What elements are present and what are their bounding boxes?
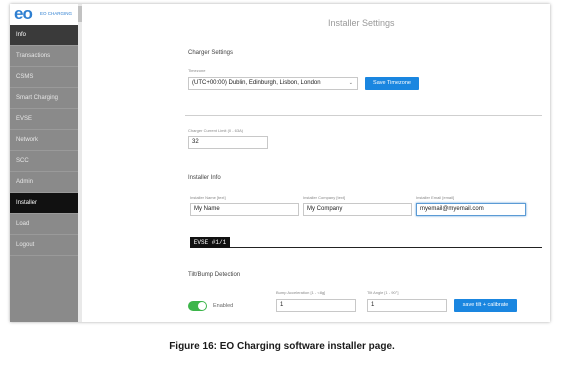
installer-info-title: Installer Info <box>188 175 221 181</box>
chevron-down-icon: ⌄ <box>348 80 353 86</box>
logo-text: EO CHARGING <box>40 11 73 16</box>
installer-email-input[interactable]: myemail@myemail.com <box>416 203 526 216</box>
tab-underline <box>230 247 542 248</box>
timezone-value: (UTC+00:00) Dublin, Edinburgh, Lisbon, L… <box>192 80 321 86</box>
divider <box>185 115 542 116</box>
sidebar: eo EO CHARGING Info Transactions CSMS Sm… <box>10 4 78 322</box>
app-window: eo EO CHARGING Info Transactions CSMS Sm… <box>10 4 550 322</box>
bump-acceleration-label: Bump Acceleration [1 - <8g] <box>276 290 326 295</box>
tab-evse[interactable]: EVSE #1/1 <box>190 237 230 248</box>
main-content: Installer Settings Charger Settings Time… <box>82 4 550 322</box>
sidebar-item-installer[interactable]: Installer <box>10 193 78 214</box>
installer-name-label: Installer Name [text] <box>190 195 226 200</box>
logo: eo EO CHARGING <box>10 4 78 25</box>
timezone-label: Timezone <box>188 68 206 73</box>
charger-settings-title: Charger Settings <box>188 50 234 56</box>
sidebar-item-logout[interactable]: Logout <box>10 235 78 256</box>
sidebar-item-admin[interactable]: Admin <box>10 172 78 193</box>
save-timezone-button[interactable]: Save Timezone <box>365 77 419 90</box>
figure-caption: Figure 16: EO Charging software installe… <box>169 341 395 352</box>
page-title: Installer Settings <box>328 18 395 28</box>
logo-mark: eo <box>14 4 33 23</box>
tilt-angle-input[interactable]: 1 <box>367 299 447 312</box>
sidebar-item-csms[interactable]: CSMS <box>10 67 78 88</box>
sidebar-item-info[interactable]: Info <box>10 25 78 46</box>
timezone-select[interactable]: (UTC+00:00) Dublin, Edinburgh, Lisbon, L… <box>188 77 358 90</box>
save-tilt-calibrate-button[interactable]: save tilt + calibrate <box>454 299 517 312</box>
sidebar-item-transactions[interactable]: Transactions <box>10 46 78 67</box>
installer-email-label: Installer Email [email] <box>416 195 455 200</box>
installer-company-label: Installer Company [text] <box>303 195 346 200</box>
tilt-bump-title: Tilt/Bump Detection <box>188 272 241 278</box>
sidebar-item-smart-charging[interactable]: Smart Charging <box>10 88 78 109</box>
current-limit-label: Charger Current Limit (0 - 63A) <box>188 128 244 133</box>
current-limit-input[interactable]: 32 <box>188 136 268 149</box>
sidebar-item-network[interactable]: Network <box>10 130 78 151</box>
enabled-label: Enabled <box>213 303 234 309</box>
installer-name-input[interactable]: My Name <box>190 203 299 216</box>
sidebar-item-load[interactable]: Load <box>10 214 78 235</box>
toggle-knob <box>198 302 206 310</box>
sidebar-item-scc[interactable]: SCC <box>10 151 78 172</box>
sidebar-nav: Info Transactions CSMS Smart Charging EV… <box>10 25 78 256</box>
sidebar-item-evse[interactable]: EVSE <box>10 109 78 130</box>
tilt-angle-label: Tilt Angle [1 - 90°] <box>367 290 399 295</box>
tilt-enabled-toggle[interactable] <box>188 301 207 311</box>
installer-company-input[interactable]: My Company <box>303 203 412 216</box>
bump-acceleration-input[interactable]: 1 <box>276 299 356 312</box>
